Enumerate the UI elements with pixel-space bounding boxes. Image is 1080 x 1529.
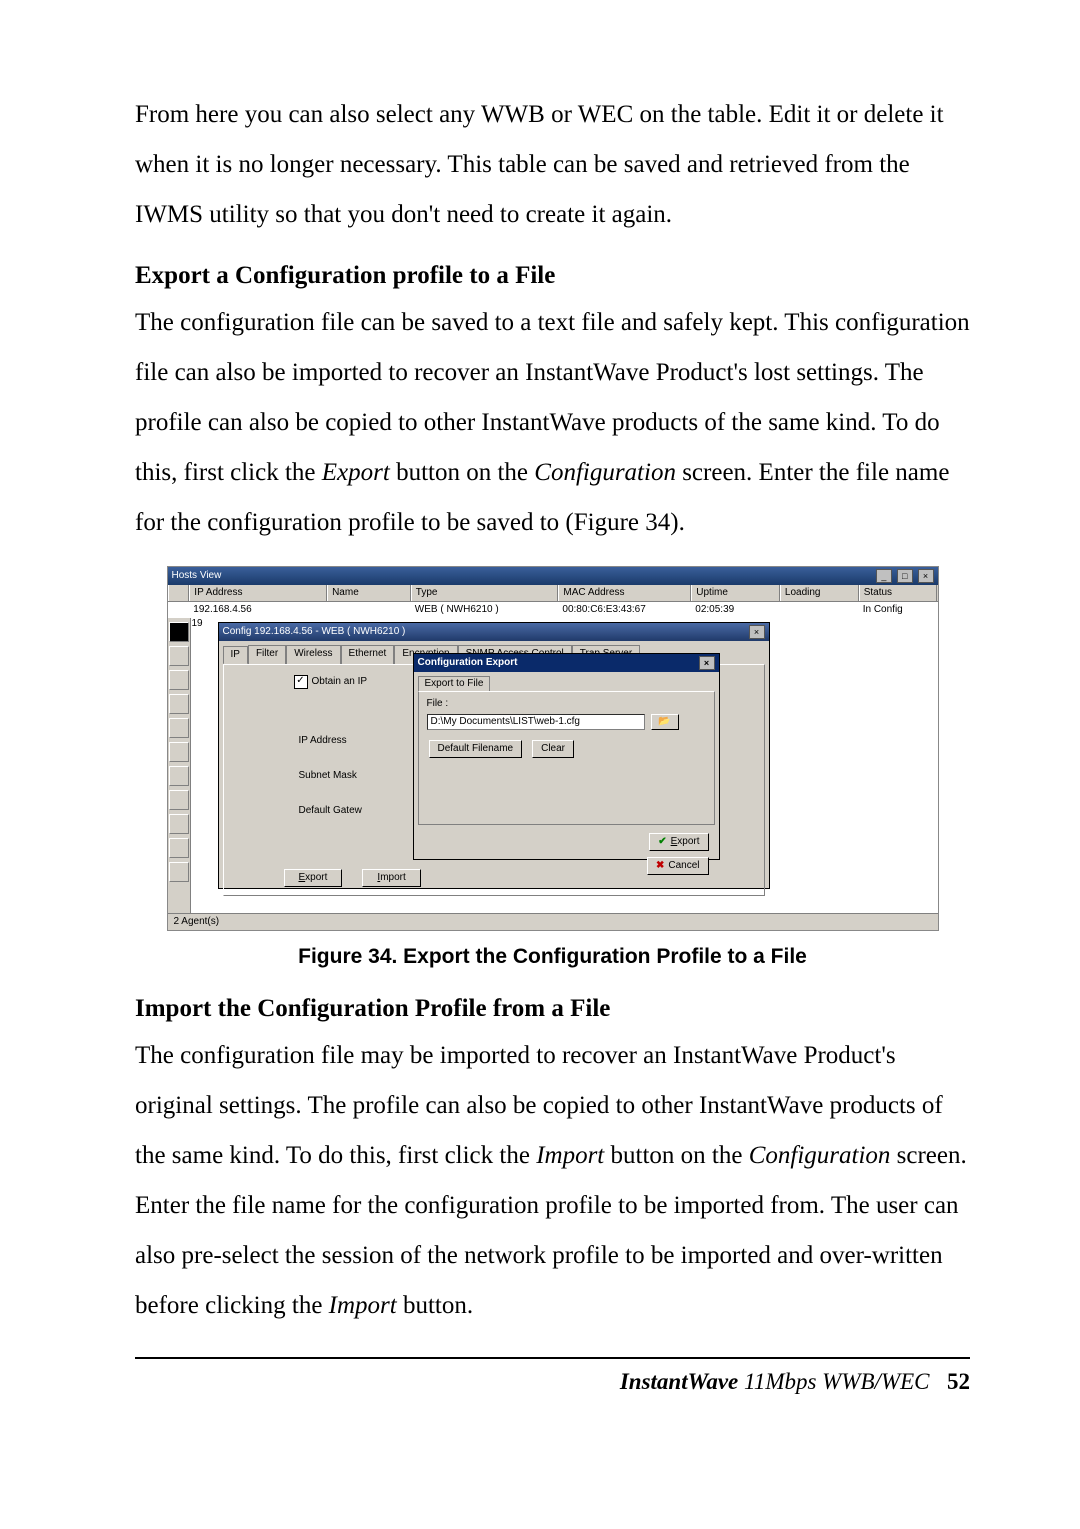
config-title: Config 192.168.4.56 - WEB ( NWH6210 ) <box>223 626 406 638</box>
cell-uptime: 02:05:39 <box>691 604 780 616</box>
header-mac[interactable]: MAC Address <box>558 585 691 601</box>
list-header: IP Address Name Type MAC Address Uptime … <box>168 585 938 602</box>
cancel-button[interactable]: ✖Cancel <box>647 857 709 875</box>
text: button on the <box>390 459 534 486</box>
heading-import: Import the Configuration Profile from a … <box>135 995 970 1023</box>
toolbar-icon[interactable] <box>169 694 189 714</box>
header-status[interactable]: Status <box>859 585 938 601</box>
export-button[interactable]: EExportxport <box>284 869 343 887</box>
toolbar-icon[interactable] <box>169 742 189 762</box>
tab-filter[interactable]: Filter <box>248 645 286 664</box>
maximize-icon[interactable]: □ <box>897 569 913 583</box>
toolbar-icon[interactable] <box>169 862 189 882</box>
left-toolbar <box>168 618 191 913</box>
import-word: Import <box>536 1142 604 1169</box>
row2-prefix: 19 <box>192 618 203 630</box>
tab-wireless[interactable]: Wireless <box>286 645 340 664</box>
cell-loading <box>780 604 859 616</box>
export-dialog: Configuration Export × Export to File Fi… <box>413 653 720 860</box>
footer-page-number: 52 <box>947 1369 970 1394</box>
configuration-word: Configuration <box>534 459 676 486</box>
page-footer: InstantWave 11Mbps WWB/WEC 52 <box>135 1369 970 1395</box>
toolbar-icon[interactable] <box>169 790 189 810</box>
header-type[interactable]: Type <box>411 585 559 601</box>
browse-button[interactable]: 📂 <box>651 714 679 730</box>
cell-mac: 00:80:C6:E3:43:67 <box>558 604 691 616</box>
label-ip-address: IP Address <box>299 735 347 747</box>
screenshot-hosts-view: Hosts View _ □ × IP Address Name Type MA… <box>167 566 939 931</box>
cell-ip: 192.168.4.56 <box>189 604 327 616</box>
cell-name <box>327 604 411 616</box>
default-filename-button[interactable]: Default Filename <box>429 740 523 758</box>
cell-type: WEB ( NWH6210 ) <box>411 604 559 616</box>
paragraph-export: The configuration file can be saved to a… <box>135 298 970 548</box>
tab-ethernet[interactable]: Ethernet <box>341 645 395 664</box>
file-path-input[interactable]: D:\My Documents\LIST\web-1.cfg <box>427 714 645 730</box>
heading-export: Export a Configuration profile to a File <box>135 262 970 290</box>
toolbar-icon[interactable] <box>169 814 189 834</box>
text: button. <box>397 1292 473 1319</box>
footer-rule <box>135 1357 970 1359</box>
obtain-ip-checkbox[interactable]: ✓ <box>294 675 308 689</box>
cell-status: In Config <box>859 604 938 616</box>
export-confirm-button[interactable]: ✔EExportxport <box>649 833 708 851</box>
paragraph-intro: From here you can also select any WWB or… <box>135 90 970 240</box>
file-label: File : <box>427 698 706 710</box>
toolbar-icon[interactable] <box>169 670 189 690</box>
status-bar: 2 Agent(s) <box>168 913 938 930</box>
header-loading[interactable]: Loading <box>780 585 859 601</box>
window-titlebar: Hosts View _ □ × <box>168 567 938 585</box>
header-ip[interactable]: IP Address <box>189 585 327 601</box>
toolbar-icon[interactable] <box>169 718 189 738</box>
text: button on the <box>604 1142 748 1169</box>
clear-button[interactable]: Clear <box>532 740 574 758</box>
import-button[interactable]: Import <box>362 869 420 887</box>
footer-model: 11Mbps WWB/WEC <box>738 1369 929 1394</box>
toolbar-icon[interactable] <box>169 766 189 786</box>
toolbar-icon[interactable] <box>169 622 189 642</box>
obtain-ip-label: Obtain an IP <box>312 676 368 688</box>
close-icon[interactable]: × <box>749 625 765 639</box>
minimize-icon[interactable]: _ <box>876 569 892 583</box>
import-word: Import <box>329 1292 397 1319</box>
toolbar-icon[interactable] <box>169 646 189 666</box>
figure-caption: Figure 34. Export the Configuration Prof… <box>135 945 970 969</box>
footer-brand: InstantWave <box>620 1369 738 1394</box>
configuration-word: Configuration <box>749 1142 891 1169</box>
export-word: Export <box>322 459 390 486</box>
export-dialog-title: Configuration Export <box>418 657 518 669</box>
label-subnet-mask: Subnet Mask <box>299 770 357 782</box>
tab-ip[interactable]: IP <box>223 646 248 665</box>
close-icon[interactable]: × <box>918 569 934 583</box>
table-row[interactable]: 192.168.4.56 WEB ( NWH6210 ) 00:80:C6:E3… <box>168 602 938 618</box>
header-uptime[interactable]: Uptime <box>691 585 780 601</box>
config-window: Config 192.168.4.56 - WEB ( NWH6210 ) × … <box>218 622 770 889</box>
label-default-gateway: Default Gatew <box>299 805 362 817</box>
toolbar-icon[interactable] <box>169 838 189 858</box>
window-title: Hosts View <box>172 570 222 582</box>
header-name[interactable]: Name <box>327 585 411 601</box>
tab-export-to-file[interactable]: Export to File <box>418 676 491 691</box>
paragraph-import: The configuration file may be imported t… <box>135 1031 970 1331</box>
close-icon[interactable]: × <box>699 656 715 670</box>
